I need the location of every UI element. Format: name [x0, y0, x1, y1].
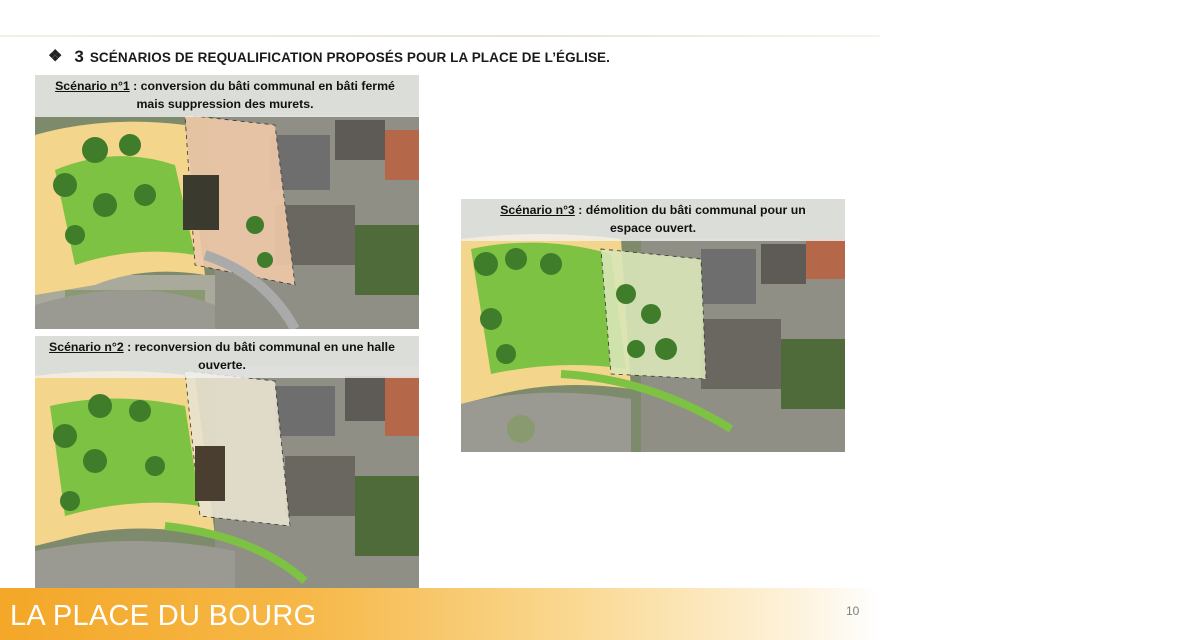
- scenario-3-label: Scénario n°3: [500, 203, 575, 217]
- footer-title: LA PLACE DU BOURG: [10, 599, 317, 632]
- scenario-3-caption: Scénario n°3 : démolition du bâti commun…: [461, 199, 845, 241]
- heading-number: 3: [74, 47, 84, 66]
- scenario-3-plan: Scénario n°3 : démolition du bâti commun…: [461, 199, 845, 452]
- scenario-1-plan: Scénario n°1 : conversion du bâti commun…: [35, 75, 419, 329]
- scenario-2-text: : reconversion du bâti communal en une h…: [123, 340, 395, 372]
- scenario-1-caption: Scénario n°1 : conversion du bâti commun…: [35, 75, 419, 117]
- scenario-2-label: Scénario n°2: [49, 340, 124, 354]
- top-divider: [0, 35, 880, 37]
- scenario-2-caption: Scénario n°2 : reconversion du bâti comm…: [35, 336, 419, 378]
- scenario-2-plan: Scénario n°2 : reconversion du bâti comm…: [35, 336, 419, 588]
- heading-text-group: 3 SCÉNARIOS DE REQUALIFICATION PROPOSÉS …: [74, 47, 610, 67]
- scenario-3-text: : démolition du bâti communal pour un es…: [574, 203, 806, 235]
- slide-heading: ❖ 3 SCÉNARIOS DE REQUALIFICATION PROPOSÉ…: [48, 44, 610, 70]
- page-number: 10: [846, 604, 860, 618]
- heading-text: SCÉNARIOS DE REQUALIFICATION PROPOSÉS PO…: [89, 50, 611, 65]
- scenario-1-text: : conversion du bâti communal en bâti fe…: [129, 79, 395, 111]
- scenario-1-label: Scénario n°1: [55, 79, 130, 93]
- diamond-bullet-icon: ❖: [48, 48, 63, 65]
